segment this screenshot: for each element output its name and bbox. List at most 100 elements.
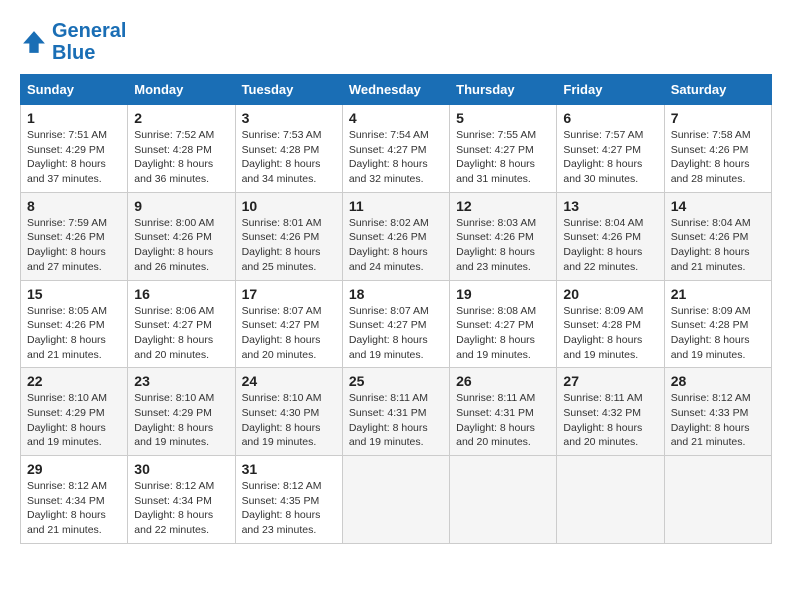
calendar-week-row: 15 Sunrise: 8:05 AMSunset: 4:26 PMDaylig… <box>21 280 772 368</box>
calendar-cell: 17 Sunrise: 8:07 AMSunset: 4:27 PMDaylig… <box>235 280 342 368</box>
day-info: Sunrise: 8:10 AMSunset: 4:30 PMDaylight:… <box>242 392 322 448</box>
day-number: 17 <box>242 286 336 302</box>
calendar-cell: 10 Sunrise: 8:01 AMSunset: 4:26 PMDaylig… <box>235 192 342 280</box>
day-number: 21 <box>671 286 765 302</box>
day-number: 25 <box>349 373 443 389</box>
calendar-week-row: 1 Sunrise: 7:51 AMSunset: 4:29 PMDayligh… <box>21 105 772 193</box>
calendar-cell: 14 Sunrise: 8:04 AMSunset: 4:26 PMDaylig… <box>664 192 771 280</box>
calendar-cell: 19 Sunrise: 8:08 AMSunset: 4:27 PMDaylig… <box>450 280 557 368</box>
weekday-header-wednesday: Wednesday <box>342 75 449 105</box>
logo-text: General Blue <box>52 20 126 64</box>
calendar-week-row: 8 Sunrise: 7:59 AMSunset: 4:26 PMDayligh… <box>21 192 772 280</box>
day-info: Sunrise: 8:06 AMSunset: 4:27 PMDaylight:… <box>134 305 214 361</box>
calendar-cell: 16 Sunrise: 8:06 AMSunset: 4:27 PMDaylig… <box>128 280 235 368</box>
calendar-cell: 13 Sunrise: 8:04 AMSunset: 4:26 PMDaylig… <box>557 192 664 280</box>
calendar-cell: 3 Sunrise: 7:53 AMSunset: 4:28 PMDayligh… <box>235 105 342 193</box>
day-info: Sunrise: 7:52 AMSunset: 4:28 PMDaylight:… <box>134 129 214 185</box>
day-info: Sunrise: 7:53 AMSunset: 4:28 PMDaylight:… <box>242 129 322 185</box>
calendar-cell: 1 Sunrise: 7:51 AMSunset: 4:29 PMDayligh… <box>21 105 128 193</box>
logo-icon <box>20 28 48 56</box>
weekday-header-friday: Friday <box>557 75 664 105</box>
day-number: 29 <box>27 461 121 477</box>
day-number: 15 <box>27 286 121 302</box>
day-number: 18 <box>349 286 443 302</box>
day-number: 20 <box>563 286 657 302</box>
calendar-week-row: 29 Sunrise: 8:12 AMSunset: 4:34 PMDaylig… <box>21 456 772 544</box>
day-info: Sunrise: 8:07 AMSunset: 4:27 PMDaylight:… <box>349 305 429 361</box>
calendar-header-row: SundayMondayTuesdayWednesdayThursdayFrid… <box>21 75 772 105</box>
calendar-cell: 30 Sunrise: 8:12 AMSunset: 4:34 PMDaylig… <box>128 456 235 544</box>
day-info: Sunrise: 8:12 AMSunset: 4:33 PMDaylight:… <box>671 392 751 448</box>
day-number: 10 <box>242 198 336 214</box>
calendar-table: SundayMondayTuesdayWednesdayThursdayFrid… <box>20 74 772 544</box>
weekday-header-monday: Monday <box>128 75 235 105</box>
weekday-header-sunday: Sunday <box>21 75 128 105</box>
calendar-cell: 22 Sunrise: 8:10 AMSunset: 4:29 PMDaylig… <box>21 368 128 456</box>
calendar-cell: 18 Sunrise: 8:07 AMSunset: 4:27 PMDaylig… <box>342 280 449 368</box>
day-info: Sunrise: 8:01 AMSunset: 4:26 PMDaylight:… <box>242 217 322 273</box>
day-info: Sunrise: 7:59 AMSunset: 4:26 PMDaylight:… <box>27 217 107 273</box>
calendar-cell: 6 Sunrise: 7:57 AMSunset: 4:27 PMDayligh… <box>557 105 664 193</box>
day-info: Sunrise: 8:12 AMSunset: 4:34 PMDaylight:… <box>134 480 214 536</box>
day-number: 4 <box>349 110 443 126</box>
day-info: Sunrise: 8:03 AMSunset: 4:26 PMDaylight:… <box>456 217 536 273</box>
day-info: Sunrise: 7:55 AMSunset: 4:27 PMDaylight:… <box>456 129 536 185</box>
calendar-cell <box>557 456 664 544</box>
calendar-cell: 26 Sunrise: 8:11 AMSunset: 4:31 PMDaylig… <box>450 368 557 456</box>
calendar-week-row: 22 Sunrise: 8:10 AMSunset: 4:29 PMDaylig… <box>21 368 772 456</box>
day-number: 8 <box>27 198 121 214</box>
day-number: 16 <box>134 286 228 302</box>
calendar-cell: 12 Sunrise: 8:03 AMSunset: 4:26 PMDaylig… <box>450 192 557 280</box>
day-number: 28 <box>671 373 765 389</box>
day-info: Sunrise: 8:00 AMSunset: 4:26 PMDaylight:… <box>134 217 214 273</box>
calendar-cell: 31 Sunrise: 8:12 AMSunset: 4:35 PMDaylig… <box>235 456 342 544</box>
day-info: Sunrise: 8:11 AMSunset: 4:31 PMDaylight:… <box>456 392 535 448</box>
weekday-header-tuesday: Tuesday <box>235 75 342 105</box>
calendar-cell: 20 Sunrise: 8:09 AMSunset: 4:28 PMDaylig… <box>557 280 664 368</box>
day-info: Sunrise: 8:08 AMSunset: 4:27 PMDaylight:… <box>456 305 536 361</box>
day-info: Sunrise: 8:12 AMSunset: 4:34 PMDaylight:… <box>27 480 107 536</box>
calendar-cell: 5 Sunrise: 7:55 AMSunset: 4:27 PMDayligh… <box>450 105 557 193</box>
calendar-cell: 28 Sunrise: 8:12 AMSunset: 4:33 PMDaylig… <box>664 368 771 456</box>
calendar-cell: 15 Sunrise: 8:05 AMSunset: 4:26 PMDaylig… <box>21 280 128 368</box>
day-number: 9 <box>134 198 228 214</box>
calendar-cell: 29 Sunrise: 8:12 AMSunset: 4:34 PMDaylig… <box>21 456 128 544</box>
day-info: Sunrise: 8:02 AMSunset: 4:26 PMDaylight:… <box>349 217 429 273</box>
day-info: Sunrise: 7:58 AMSunset: 4:26 PMDaylight:… <box>671 129 751 185</box>
day-info: Sunrise: 8:11 AMSunset: 4:31 PMDaylight:… <box>349 392 428 448</box>
day-number: 30 <box>134 461 228 477</box>
day-number: 1 <box>27 110 121 126</box>
day-number: 5 <box>456 110 550 126</box>
calendar-cell: 24 Sunrise: 8:10 AMSunset: 4:30 PMDaylig… <box>235 368 342 456</box>
day-number: 27 <box>563 373 657 389</box>
day-info: Sunrise: 8:07 AMSunset: 4:27 PMDaylight:… <box>242 305 322 361</box>
day-info: Sunrise: 8:09 AMSunset: 4:28 PMDaylight:… <box>671 305 751 361</box>
calendar-cell: 8 Sunrise: 7:59 AMSunset: 4:26 PMDayligh… <box>21 192 128 280</box>
calendar-cell: 9 Sunrise: 8:00 AMSunset: 4:26 PMDayligh… <box>128 192 235 280</box>
day-number: 23 <box>134 373 228 389</box>
day-info: Sunrise: 7:54 AMSunset: 4:27 PMDaylight:… <box>349 129 429 185</box>
calendar-cell: 11 Sunrise: 8:02 AMSunset: 4:26 PMDaylig… <box>342 192 449 280</box>
day-info: Sunrise: 8:04 AMSunset: 4:26 PMDaylight:… <box>671 217 751 273</box>
calendar-cell <box>664 456 771 544</box>
day-info: Sunrise: 7:51 AMSunset: 4:29 PMDaylight:… <box>27 129 107 185</box>
day-number: 6 <box>563 110 657 126</box>
day-number: 14 <box>671 198 765 214</box>
day-info: Sunrise: 8:10 AMSunset: 4:29 PMDaylight:… <box>27 392 107 448</box>
weekday-header-thursday: Thursday <box>450 75 557 105</box>
day-number: 31 <box>242 461 336 477</box>
day-number: 22 <box>27 373 121 389</box>
calendar-cell <box>450 456 557 544</box>
day-number: 13 <box>563 198 657 214</box>
day-info: Sunrise: 7:57 AMSunset: 4:27 PMDaylight:… <box>563 129 643 185</box>
calendar-cell: 7 Sunrise: 7:58 AMSunset: 4:26 PMDayligh… <box>664 105 771 193</box>
day-number: 19 <box>456 286 550 302</box>
day-info: Sunrise: 8:09 AMSunset: 4:28 PMDaylight:… <box>563 305 643 361</box>
day-info: Sunrise: 8:12 AMSunset: 4:35 PMDaylight:… <box>242 480 322 536</box>
day-number: 2 <box>134 110 228 126</box>
day-info: Sunrise: 8:04 AMSunset: 4:26 PMDaylight:… <box>563 217 643 273</box>
calendar-cell: 21 Sunrise: 8:09 AMSunset: 4:28 PMDaylig… <box>664 280 771 368</box>
calendar-cell: 25 Sunrise: 8:11 AMSunset: 4:31 PMDaylig… <box>342 368 449 456</box>
calendar-cell: 4 Sunrise: 7:54 AMSunset: 4:27 PMDayligh… <box>342 105 449 193</box>
weekday-header-saturday: Saturday <box>664 75 771 105</box>
